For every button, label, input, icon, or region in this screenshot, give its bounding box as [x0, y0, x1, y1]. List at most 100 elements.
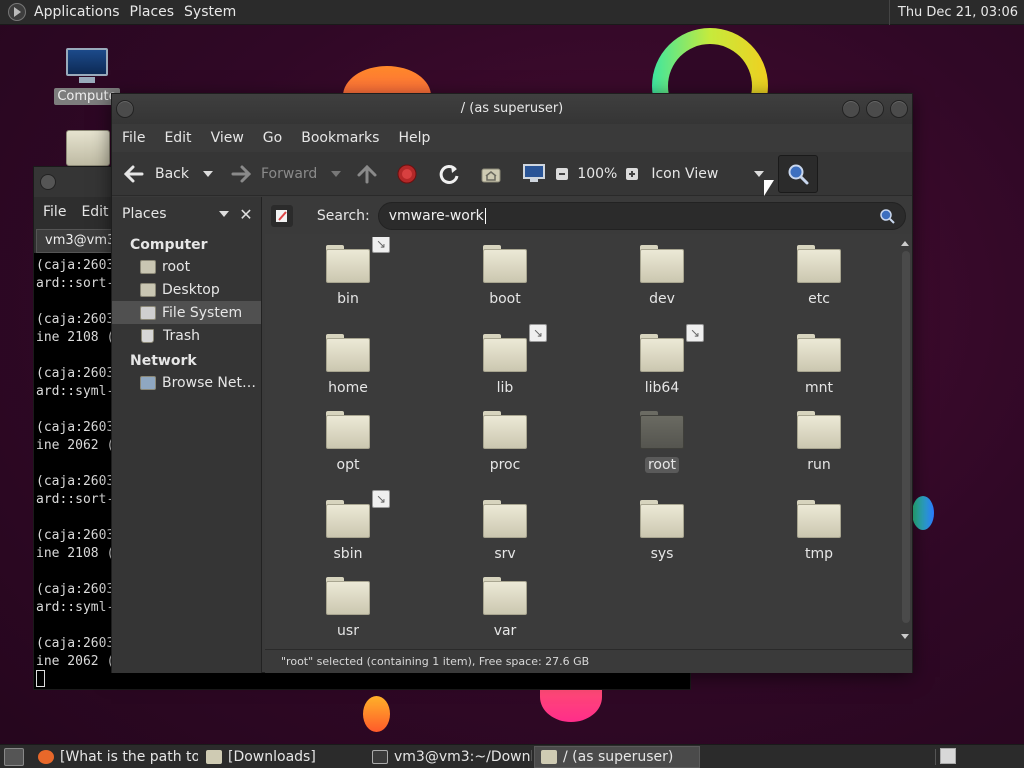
- clock[interactable]: Thu Dec 21, 03:06: [898, 5, 1018, 20]
- folder-icon: [483, 500, 527, 538]
- file-item-bin[interactable]: ↘ bin: [288, 237, 408, 307]
- zoom-level[interactable]: 100%: [577, 157, 617, 191]
- file-item-mnt[interactable]: mnt: [759, 334, 879, 396]
- file-item-home[interactable]: home: [288, 334, 408, 396]
- status-bar: "root" selected (containing 1 item), Fre…: [265, 649, 912, 673]
- menu-bookmarks[interactable]: Bookmarks: [291, 130, 388, 146]
- applications-menu[interactable]: Applications: [32, 4, 128, 20]
- folder-icon: [483, 411, 527, 449]
- file-item-run[interactable]: run: [759, 411, 879, 473]
- menu-edit[interactable]: Edit: [154, 130, 200, 146]
- toolbar: Back Forward 100% Icon View: [112, 152, 912, 196]
- task-downloads[interactable]: [Downloads]: [200, 746, 364, 768]
- zoom-out-button[interactable]: [555, 157, 569, 191]
- home-button[interactable]: [480, 157, 502, 191]
- folder-icon: [797, 334, 841, 372]
- menu-file[interactable]: File: [112, 130, 154, 146]
- stop-icon: [397, 164, 417, 183]
- maximize-button[interactable]: [866, 100, 884, 118]
- home-icon: [140, 259, 156, 274]
- desktop-home-icon[interactable]: [66, 130, 110, 166]
- folder-icon: [326, 577, 370, 615]
- file-item-lib[interactable]: ↘ lib: [445, 324, 565, 396]
- computer-button[interactable]: [522, 157, 546, 191]
- minimize-button[interactable]: [842, 100, 860, 118]
- search-bar: Search: vmware-work: [265, 197, 912, 234]
- scroll-down-arrow[interactable]: [901, 634, 909, 639]
- mate-logo-icon[interactable]: [8, 3, 26, 21]
- file-item-lib64[interactable]: ↘ lib64: [602, 324, 722, 396]
- forward-history-dropdown[interactable]: [331, 157, 342, 191]
- sidebar-item-desktop[interactable]: Desktop: [112, 278, 261, 301]
- file-manager-window[interactable]: / (as superuser) File Edit View Go Bookm…: [111, 93, 913, 673]
- sidebar-item-file-system[interactable]: File System: [112, 301, 261, 324]
- terminal-menu-edit[interactable]: Edit: [72, 204, 114, 220]
- forward-button[interactable]: Forward: [229, 157, 317, 191]
- file-item-proc[interactable]: proc: [445, 411, 565, 473]
- task-file-manager[interactable]: / (as superuser): [534, 745, 700, 768]
- vertical-scrollbar[interactable]: [900, 241, 910, 645]
- sidebar-item-root[interactable]: root: [112, 255, 261, 278]
- file-item-opt[interactable]: opt: [288, 411, 408, 473]
- scroll-up-arrow[interactable]: [901, 241, 909, 246]
- up-button[interactable]: [356, 157, 378, 191]
- task-terminal[interactable]: vm3@vm3:~/Downl…: [366, 746, 532, 768]
- edit-query-button[interactable]: [271, 204, 293, 227]
- back-arrow-icon: [123, 165, 144, 182]
- file-item-root[interactable]: root: [602, 411, 722, 473]
- wallpaper-shape: [912, 496, 934, 530]
- scrollbar-thumb[interactable]: [902, 251, 910, 623]
- file-item-boot[interactable]: boot: [445, 245, 565, 307]
- terminal-cursor: [36, 670, 45, 687]
- system-menu[interactable]: System: [182, 4, 244, 20]
- file-item-sbin[interactable]: ↘ sbin: [288, 490, 408, 562]
- stop-button[interactable]: [397, 157, 417, 191]
- bottom-panel: [What is the path to… [Downloads] vm3@vm…: [0, 744, 1024, 768]
- panel-divider: [888, 0, 890, 25]
- sidebar-item-label: Browse Net…: [162, 374, 257, 391]
- sidebar-item-trash[interactable]: Trash: [112, 324, 261, 347]
- mouse-pointer-icon: [764, 180, 774, 196]
- file-item-dev[interactable]: dev: [602, 245, 722, 307]
- back-button[interactable]: Back: [122, 157, 189, 191]
- file-item-tmp[interactable]: tmp: [759, 500, 879, 562]
- close-sidebar-button[interactable]: ✕: [235, 203, 257, 225]
- home-folder-icon: [640, 411, 684, 449]
- home-icon: [481, 168, 501, 182]
- folder-icon: [326, 411, 370, 449]
- places-menu[interactable]: Places: [128, 4, 183, 20]
- file-item-usr[interactable]: usr: [288, 577, 408, 639]
- search-toggle-button[interactable]: [778, 154, 819, 193]
- sidebar-item-browse-network[interactable]: Browse Net…: [112, 371, 261, 394]
- sidebar-type-label: Places: [122, 206, 167, 222]
- show-desktop-button[interactable]: [4, 747, 24, 766]
- task-firefox[interactable]: [What is the path to…: [32, 746, 198, 768]
- workspace-switcher[interactable]: [940, 748, 956, 764]
- zoom-out-icon: [556, 167, 569, 180]
- view-mode-select[interactable]: Icon View: [651, 157, 765, 191]
- sidebar-type-select[interactable]: Places: [116, 201, 235, 227]
- menu-go[interactable]: Go: [253, 130, 291, 146]
- back-history-dropdown[interactable]: [203, 157, 213, 191]
- chevron-down-icon: [219, 211, 229, 217]
- computer-icon: [523, 163, 546, 182]
- zoom-in-button[interactable]: [625, 157, 639, 191]
- terminal-menu-button[interactable]: [40, 174, 56, 190]
- file-item-var[interactable]: var: [445, 577, 565, 639]
- menu-view[interactable]: View: [201, 130, 253, 146]
- search-input[interactable]: vmware-work: [377, 201, 906, 230]
- symlink-arrow-icon: ↘: [529, 324, 547, 342]
- terminal-menu-file[interactable]: File: [34, 204, 72, 220]
- chevron-down-icon: [331, 170, 342, 177]
- file-item-srv[interactable]: srv: [445, 500, 565, 562]
- folder-icon: [326, 500, 370, 538]
- desktop-computer-label: Compute: [54, 88, 120, 105]
- file-name: lib: [496, 380, 514, 396]
- reload-button[interactable]: [438, 157, 460, 191]
- close-button[interactable]: [890, 100, 908, 118]
- drive-icon: [140, 305, 156, 320]
- file-item-etc[interactable]: etc: [759, 245, 879, 307]
- file-item-sys[interactable]: sys: [602, 500, 722, 562]
- window-titlebar[interactable]: / (as superuser): [112, 94, 912, 124]
- menu-help[interactable]: Help: [388, 130, 439, 146]
